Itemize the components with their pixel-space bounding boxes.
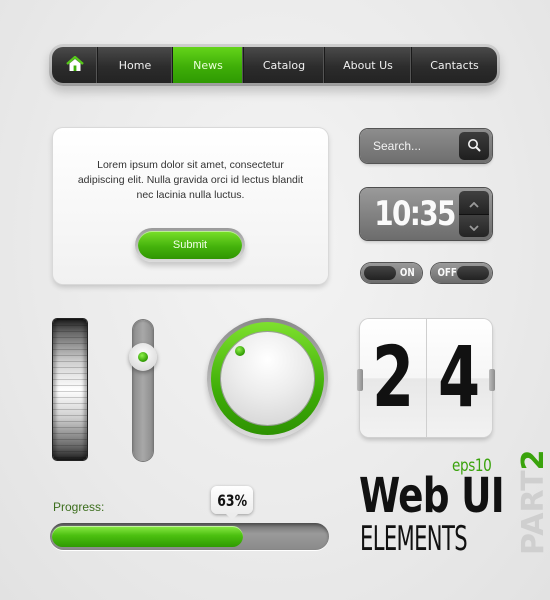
- toggle-on[interactable]: ON: [361, 263, 422, 283]
- search-input[interactable]: [360, 129, 458, 163]
- nav-item-catalog[interactable]: Catalog: [244, 47, 325, 83]
- title-web-ui: Web UI: [359, 468, 505, 524]
- flip-digit: 2: [371, 328, 415, 426]
- nav-bar: Home News Catalog About Us Cantacts: [52, 47, 497, 83]
- nav-item-contacts[interactable]: Cantacts: [412, 47, 497, 83]
- search-button[interactable]: [459, 132, 489, 160]
- flip-hinge-left: [357, 369, 363, 391]
- toggle-knob: [364, 266, 396, 280]
- progress-label: Progress:: [53, 500, 105, 514]
- vertical-slider-thumb[interactable]: [129, 343, 157, 371]
- card-text: Lorem ipsum dolor sit amet, consectetur …: [77, 159, 304, 201]
- chevron-down-icon: [469, 216, 479, 235]
- time-stepper-buttons: [459, 191, 489, 237]
- nav-item-label: Catalog: [262, 58, 306, 72]
- home-icon: [65, 55, 84, 75]
- nav-item-about-us[interactable]: About Us: [325, 47, 412, 83]
- nav-item-home[interactable]: Home: [98, 47, 173, 83]
- scroll-wheel[interactable]: [53, 319, 87, 460]
- main-nav: Home News Catalog About Us Cantacts: [49, 44, 500, 86]
- nav-home-button[interactable]: [52, 47, 98, 83]
- time-stepper: 10:35: [360, 188, 492, 240]
- flip-digit: 4: [437, 328, 481, 426]
- nav-item-news[interactable]: News: [173, 47, 244, 83]
- submit-button[interactable]: Submit: [138, 231, 242, 259]
- flip-divider: [426, 319, 427, 437]
- time-display: 10:35: [374, 194, 456, 234]
- knob-indicator-dot: [235, 346, 246, 357]
- message-card: Lorem ipsum dolor sit amet, consectetur …: [53, 128, 328, 284]
- rotary-knob[interactable]: [207, 318, 328, 439]
- toggle-on-label: ON: [399, 266, 415, 279]
- slider-indicator-dot: [138, 352, 148, 362]
- chevron-up-icon: [469, 193, 479, 212]
- part-label: PART2: [516, 449, 550, 555]
- progress-bar: [50, 523, 329, 550]
- nav-item-label: Cantacts: [430, 58, 479, 72]
- nav-item-label: Home: [118, 58, 152, 72]
- flip-hinge-right: [489, 369, 495, 391]
- time-decrement-button[interactable]: [459, 213, 489, 237]
- toggle-off-label: OFF: [437, 266, 457, 279]
- nav-item-label: News: [193, 58, 223, 72]
- progress-value: 63%: [217, 490, 247, 510]
- toggle-knob: [457, 266, 489, 280]
- knob-face: [221, 332, 314, 425]
- time-increment-button[interactable]: [459, 191, 489, 214]
- part-word: PART: [516, 470, 550, 555]
- search-icon: [467, 137, 481, 156]
- submit-button-frame: Submit: [135, 228, 245, 262]
- progress-tooltip: 63%: [211, 486, 253, 520]
- search-box: [360, 129, 492, 163]
- toggle-off[interactable]: OFF: [431, 263, 492, 283]
- knob-ring: [211, 322, 324, 435]
- flip-counter: 2 4: [357, 319, 495, 437]
- part-number: 2: [516, 449, 550, 471]
- title-elements: ELEMENTS: [360, 519, 468, 559]
- vertical-slider-track[interactable]: [129, 320, 157, 461]
- progress-fill: [52, 526, 243, 547]
- nav-item-label: About Us: [343, 58, 393, 72]
